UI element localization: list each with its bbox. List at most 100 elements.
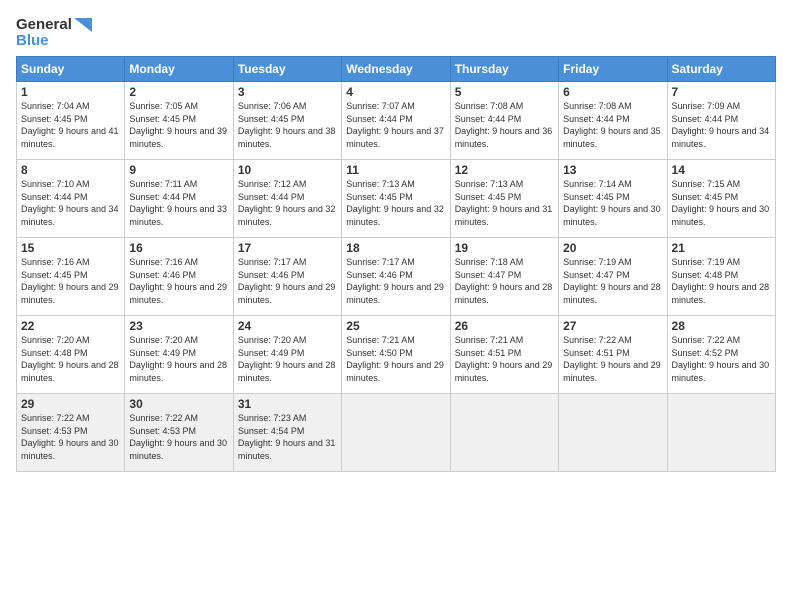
day-cell: 29Sunrise: 7:22 AMSunset: 4:53 PMDayligh…	[17, 394, 125, 472]
day-info: Sunrise: 7:21 AMSunset: 4:50 PMDaylight:…	[346, 334, 445, 384]
header-cell-thursday: Thursday	[450, 57, 558, 82]
day-cell: 22Sunrise: 7:20 AMSunset: 4:48 PMDayligh…	[17, 316, 125, 394]
header: General Blue	[16, 16, 776, 48]
day-info: Sunrise: 7:17 AMSunset: 4:46 PMDaylight:…	[238, 256, 337, 306]
calendar-container: General Blue SundayMondayTuesdayWednesda…	[0, 0, 792, 480]
day-cell: 9Sunrise: 7:11 AMSunset: 4:44 PMDaylight…	[125, 160, 233, 238]
day-cell: 7Sunrise: 7:09 AMSunset: 4:44 PMDaylight…	[667, 82, 775, 160]
day-info: Sunrise: 7:13 AMSunset: 4:45 PMDaylight:…	[346, 178, 445, 228]
day-number: 15	[21, 241, 120, 255]
day-cell: 15Sunrise: 7:16 AMSunset: 4:45 PMDayligh…	[17, 238, 125, 316]
day-number: 1	[21, 85, 120, 99]
day-number: 9	[129, 163, 228, 177]
day-cell: 23Sunrise: 7:20 AMSunset: 4:49 PMDayligh…	[125, 316, 233, 394]
logo-general: General	[16, 16, 72, 33]
week-row-2: 8Sunrise: 7:10 AMSunset: 4:44 PMDaylight…	[17, 160, 776, 238]
week-row-4: 22Sunrise: 7:20 AMSunset: 4:48 PMDayligh…	[17, 316, 776, 394]
day-number: 16	[129, 241, 228, 255]
day-info: Sunrise: 7:11 AMSunset: 4:44 PMDaylight:…	[129, 178, 228, 228]
day-number: 23	[129, 319, 228, 333]
day-cell: 28Sunrise: 7:22 AMSunset: 4:52 PMDayligh…	[667, 316, 775, 394]
day-cell: 16Sunrise: 7:16 AMSunset: 4:46 PMDayligh…	[125, 238, 233, 316]
logo-arrow-icon	[74, 18, 92, 32]
day-cell: 8Sunrise: 7:10 AMSunset: 4:44 PMDaylight…	[17, 160, 125, 238]
day-number: 7	[672, 85, 771, 99]
day-cell: 3Sunrise: 7:06 AMSunset: 4:45 PMDaylight…	[233, 82, 341, 160]
day-cell	[667, 394, 775, 472]
day-number: 3	[238, 85, 337, 99]
header-cell-sunday: Sunday	[17, 57, 125, 82]
day-number: 21	[672, 241, 771, 255]
day-info: Sunrise: 7:12 AMSunset: 4:44 PMDaylight:…	[238, 178, 337, 228]
day-info: Sunrise: 7:19 AMSunset: 4:48 PMDaylight:…	[672, 256, 771, 306]
day-info: Sunrise: 7:13 AMSunset: 4:45 PMDaylight:…	[455, 178, 554, 228]
logo: General Blue	[16, 16, 92, 48]
day-info: Sunrise: 7:10 AMSunset: 4:44 PMDaylight:…	[21, 178, 120, 228]
day-cell: 2Sunrise: 7:05 AMSunset: 4:45 PMDaylight…	[125, 82, 233, 160]
day-number: 2	[129, 85, 228, 99]
logo-blue: Blue	[16, 33, 49, 48]
day-cell: 11Sunrise: 7:13 AMSunset: 4:45 PMDayligh…	[342, 160, 450, 238]
day-number: 11	[346, 163, 445, 177]
day-number: 8	[21, 163, 120, 177]
day-cell	[342, 394, 450, 472]
day-cell: 4Sunrise: 7:07 AMSunset: 4:44 PMDaylight…	[342, 82, 450, 160]
day-cell: 14Sunrise: 7:15 AMSunset: 4:45 PMDayligh…	[667, 160, 775, 238]
header-cell-tuesday: Tuesday	[233, 57, 341, 82]
day-info: Sunrise: 7:08 AMSunset: 4:44 PMDaylight:…	[455, 100, 554, 150]
day-info: Sunrise: 7:22 AMSunset: 4:52 PMDaylight:…	[672, 334, 771, 384]
day-info: Sunrise: 7:07 AMSunset: 4:44 PMDaylight:…	[346, 100, 445, 150]
day-cell: 13Sunrise: 7:14 AMSunset: 4:45 PMDayligh…	[559, 160, 667, 238]
day-info: Sunrise: 7:22 AMSunset: 4:53 PMDaylight:…	[129, 412, 228, 462]
day-info: Sunrise: 7:05 AMSunset: 4:45 PMDaylight:…	[129, 100, 228, 150]
day-number: 31	[238, 397, 337, 411]
day-cell: 12Sunrise: 7:13 AMSunset: 4:45 PMDayligh…	[450, 160, 558, 238]
week-row-1: 1Sunrise: 7:04 AMSunset: 4:45 PMDaylight…	[17, 82, 776, 160]
day-cell: 18Sunrise: 7:17 AMSunset: 4:46 PMDayligh…	[342, 238, 450, 316]
day-cell: 26Sunrise: 7:21 AMSunset: 4:51 PMDayligh…	[450, 316, 558, 394]
day-cell: 19Sunrise: 7:18 AMSunset: 4:47 PMDayligh…	[450, 238, 558, 316]
day-number: 29	[21, 397, 120, 411]
day-info: Sunrise: 7:22 AMSunset: 4:51 PMDaylight:…	[563, 334, 662, 384]
day-number: 28	[672, 319, 771, 333]
day-number: 26	[455, 319, 554, 333]
header-cell-monday: Monday	[125, 57, 233, 82]
day-cell: 20Sunrise: 7:19 AMSunset: 4:47 PMDayligh…	[559, 238, 667, 316]
day-number: 5	[455, 85, 554, 99]
day-number: 10	[238, 163, 337, 177]
week-row-5: 29 Sunrise: 7:22 AMSunset: 4:53 PMDayligh…	[17, 394, 776, 472]
day-cell: 30Sunrise: 7:22 AMSunset: 4:53 PMDayligh…	[125, 394, 233, 472]
day-info: Sunrise: 7:08 AMSunset: 4:44 PMDaylight:…	[563, 100, 662, 150]
header-cell-wednesday: Wednesday	[342, 57, 450, 82]
day-number: 24	[238, 319, 337, 333]
day-info: Sunrise: 7:21 AMSunset: 4:51 PMDaylight:…	[455, 334, 554, 384]
day-info: Sunrise: 7:16 AMSunset: 4:45 PMDaylight:…	[21, 256, 120, 306]
day-info: Sunrise: 7:16 AMSunset: 4:46 PMDaylight:…	[129, 256, 228, 306]
day-info: Sunrise: 7:19 AMSunset: 4:47 PMDaylight:…	[563, 256, 662, 306]
day-cell	[559, 394, 667, 472]
day-number: 12	[455, 163, 554, 177]
day-info: Sunrise: 7:09 AMSunset: 4:44 PMDaylight:…	[672, 100, 771, 150]
day-number: 19	[455, 241, 554, 255]
day-number: 27	[563, 319, 662, 333]
day-number: 6	[563, 85, 662, 99]
day-info: Sunrise: 7:06 AMSunset: 4:45 PMDaylight:…	[238, 100, 337, 150]
day-info: Sunrise: 7:04 AMSunset: 4:45 PMDaylight:…	[21, 100, 120, 150]
day-number: 25	[346, 319, 445, 333]
day-number: 14	[672, 163, 771, 177]
day-cell: 24Sunrise: 7:20 AMSunset: 4:49 PMDayligh…	[233, 316, 341, 394]
day-number: 30	[129, 397, 228, 411]
day-info: Sunrise: 7:17 AMSunset: 4:46 PMDaylight:…	[346, 256, 445, 306]
day-cell: 17Sunrise: 7:17 AMSunset: 4:46 PMDayligh…	[233, 238, 341, 316]
day-number: 17	[238, 241, 337, 255]
day-cell: 27Sunrise: 7:22 AMSunset: 4:51 PMDayligh…	[559, 316, 667, 394]
day-info: Sunrise: 7:20 AMSunset: 4:48 PMDaylight:…	[21, 334, 120, 384]
day-cell: 5Sunrise: 7:08 AMSunset: 4:44 PMDaylight…	[450, 82, 558, 160]
header-cell-saturday: Saturday	[667, 57, 775, 82]
day-info: Sunrise: 7:23 AMSunset: 4:54 PMDaylight:…	[238, 412, 337, 462]
day-info: Sunrise: 7:14 AMSunset: 4:45 PMDaylight:…	[563, 178, 662, 228]
day-cell: 21Sunrise: 7:19 AMSunset: 4:48 PMDayligh…	[667, 238, 775, 316]
day-info: Sunrise: 7:20 AMSunset: 4:49 PMDaylight:…	[129, 334, 228, 384]
day-cell: 31Sunrise: 7:23 AMSunset: 4:54 PMDayligh…	[233, 394, 341, 472]
day-number: 22	[21, 319, 120, 333]
